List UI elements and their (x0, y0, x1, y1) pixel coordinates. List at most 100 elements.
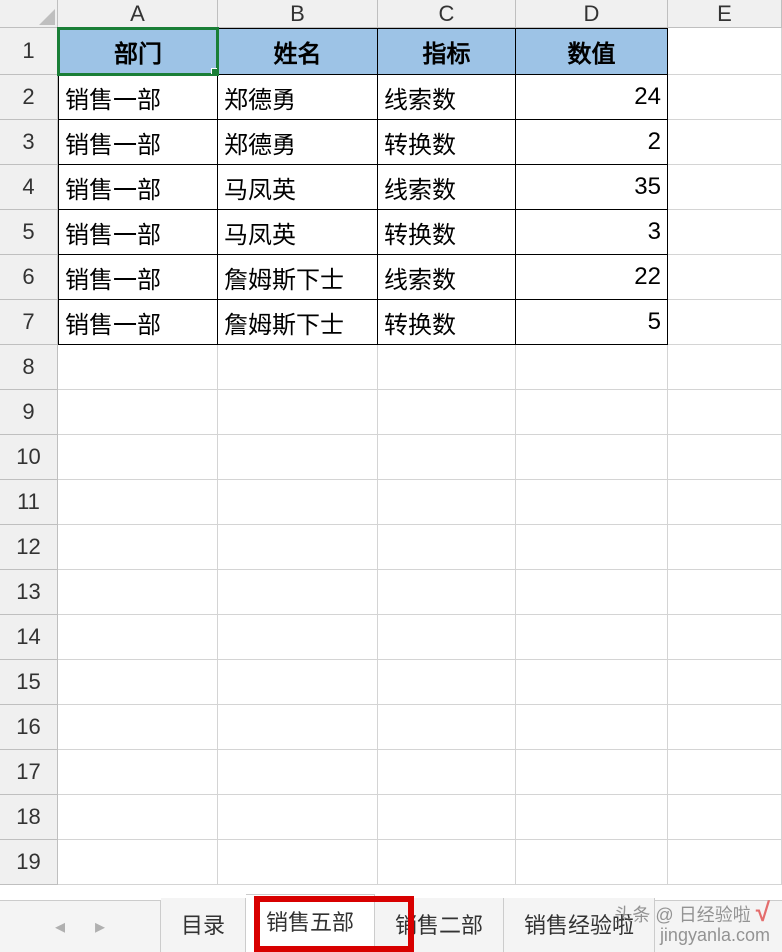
cell-D18[interactable] (516, 795, 668, 840)
cell-D14[interactable] (516, 615, 668, 660)
cell-D7[interactable]: 5 (516, 300, 668, 345)
cell-C3[interactable]: 转换数 (378, 120, 516, 165)
cell-E17[interactable] (668, 750, 782, 795)
row-header-14[interactable]: 14 (0, 615, 58, 660)
cell-E5[interactable] (668, 210, 782, 255)
cell-C18[interactable] (378, 795, 516, 840)
cell-B4[interactable]: 马凤英 (218, 165, 378, 210)
cell-D5[interactable]: 3 (516, 210, 668, 255)
row-header-9[interactable]: 9 (0, 390, 58, 435)
cell-C2[interactable]: 线索数 (378, 75, 516, 120)
cell-A15[interactable] (58, 660, 218, 705)
cell-A4[interactable]: 销售一部 (58, 165, 218, 210)
cell-D9[interactable] (516, 390, 668, 435)
cell-B6[interactable]: 詹姆斯下士 (218, 255, 378, 300)
cell-C12[interactable] (378, 525, 516, 570)
cell-C8[interactable] (378, 345, 516, 390)
cell-B7[interactable]: 詹姆斯下士 (218, 300, 378, 345)
cell-E7[interactable] (668, 300, 782, 345)
row-header-3[interactable]: 3 (0, 120, 58, 165)
cell-C4[interactable]: 线索数 (378, 165, 516, 210)
cell-B3[interactable]: 郑德勇 (218, 120, 378, 165)
cell-B2[interactable]: 郑德勇 (218, 75, 378, 120)
cell-E13[interactable] (668, 570, 782, 615)
row-header-19[interactable]: 19 (0, 840, 58, 885)
cell-E2[interactable] (668, 75, 782, 120)
cell-D11[interactable] (516, 480, 668, 525)
row-header-13[interactable]: 13 (0, 570, 58, 615)
row-header-10[interactable]: 10 (0, 435, 58, 480)
row-header-7[interactable]: 7 (0, 300, 58, 345)
cell-C6[interactable]: 线索数 (378, 255, 516, 300)
cell-A3[interactable]: 销售一部 (58, 120, 218, 165)
cell-E12[interactable] (668, 525, 782, 570)
cell-E14[interactable] (668, 615, 782, 660)
col-header-D[interactable]: D (516, 0, 668, 28)
cell-B13[interactable] (218, 570, 378, 615)
cell-B1[interactable]: 姓名 (218, 28, 378, 75)
cell-D19[interactable] (516, 840, 668, 885)
nav-prev-icon[interactable]: ▸ (95, 914, 105, 939)
col-header-E[interactable]: E (668, 0, 782, 28)
cell-A13[interactable] (58, 570, 218, 615)
row-header-5[interactable]: 5 (0, 210, 58, 255)
cell-C13[interactable] (378, 570, 516, 615)
cell-A17[interactable] (58, 750, 218, 795)
cell-C15[interactable] (378, 660, 516, 705)
tab-sales-5[interactable]: 销售五部 (246, 894, 375, 952)
cell-D2[interactable]: 24 (516, 75, 668, 120)
row-header-17[interactable]: 17 (0, 750, 58, 795)
cell-C11[interactable] (378, 480, 516, 525)
row-header-8[interactable]: 8 (0, 345, 58, 390)
cell-A14[interactable] (58, 615, 218, 660)
cell-B12[interactable] (218, 525, 378, 570)
cell-E11[interactable] (668, 480, 782, 525)
cell-C16[interactable] (378, 705, 516, 750)
cell-C9[interactable] (378, 390, 516, 435)
cell-E3[interactable] (668, 120, 782, 165)
row-header-6[interactable]: 6 (0, 255, 58, 300)
cell-A1[interactable]: 部门 (58, 28, 218, 75)
cell-A2[interactable]: 销售一部 (58, 75, 218, 120)
row-header-2[interactable]: 2 (0, 75, 58, 120)
cell-B5[interactable]: 马凤英 (218, 210, 378, 255)
cell-B15[interactable] (218, 660, 378, 705)
select-all-corner[interactable] (0, 0, 58, 28)
row-header-16[interactable]: 16 (0, 705, 58, 750)
cell-D13[interactable] (516, 570, 668, 615)
cell-A9[interactable] (58, 390, 218, 435)
cell-B9[interactable] (218, 390, 378, 435)
row-header-11[interactable]: 11 (0, 480, 58, 525)
cell-D3[interactable]: 2 (516, 120, 668, 165)
cell-D10[interactable] (516, 435, 668, 480)
cell-B8[interactable] (218, 345, 378, 390)
cell-B19[interactable] (218, 840, 378, 885)
cell-C14[interactable] (378, 615, 516, 660)
cell-C1[interactable]: 指标 (378, 28, 516, 75)
cell-B14[interactable] (218, 615, 378, 660)
nav-first-icon[interactable]: ◂ (55, 914, 65, 939)
cell-A7[interactable]: 销售一部 (58, 300, 218, 345)
cell-A5[interactable]: 销售一部 (58, 210, 218, 255)
cell-C7[interactable]: 转换数 (378, 300, 516, 345)
col-header-A[interactable]: A (58, 0, 218, 28)
cell-D17[interactable] (516, 750, 668, 795)
cell-B11[interactable] (218, 480, 378, 525)
cell-A16[interactable] (58, 705, 218, 750)
cell-E19[interactable] (668, 840, 782, 885)
cell-D8[interactable] (516, 345, 668, 390)
cell-D4[interactable]: 35 (516, 165, 668, 210)
col-header-C[interactable]: C (378, 0, 516, 28)
cell-D1[interactable]: 数值 (516, 28, 668, 75)
cell-E9[interactable] (668, 390, 782, 435)
cell-E18[interactable] (668, 795, 782, 840)
row-header-4[interactable]: 4 (0, 165, 58, 210)
cell-D16[interactable] (516, 705, 668, 750)
cell-A18[interactable] (58, 795, 218, 840)
cell-B17[interactable] (218, 750, 378, 795)
cell-A12[interactable] (58, 525, 218, 570)
cell-B16[interactable] (218, 705, 378, 750)
cell-A6[interactable]: 销售一部 (58, 255, 218, 300)
row-header-18[interactable]: 18 (0, 795, 58, 840)
row-header-15[interactable]: 15 (0, 660, 58, 705)
